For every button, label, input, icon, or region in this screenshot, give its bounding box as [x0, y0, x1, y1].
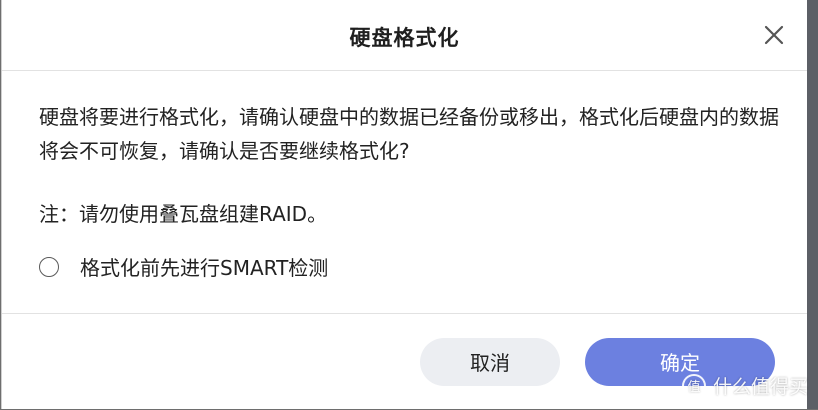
cancel-button[interactable]: 取消 [420, 338, 560, 386]
watermark: 值 什么值得买 [681, 372, 808, 399]
close-button[interactable] [761, 22, 787, 48]
watermark-text: 什么值得买 [713, 372, 808, 399]
smart-check-option[interactable]: 格式化前先进行SMART检测 [39, 252, 779, 281]
watermark-logo-icon: 值 [681, 373, 707, 399]
svg-text:值: 值 [687, 379, 700, 395]
dialog-header: 硬盘格式化 [2, 0, 807, 71]
close-icon [761, 22, 787, 48]
smart-check-label: 格式化前先进行SMART检测 [80, 252, 328, 281]
dialog-title: 硬盘格式化 [2, 22, 807, 52]
raid-note: 注：请勿使用叠瓦盘组建RAID。 [39, 202, 779, 226]
format-disk-dialog: 硬盘格式化 硬盘将要进行格式化，请确认硬盘中的数据已经备份或移出，格式化后硬盘内… [1, 0, 807, 409]
dialog-body: 硬盘将要进行格式化，请确认硬盘中的数据已经备份或移出，格式化后硬盘内的数据将会不… [39, 100, 779, 281]
backdrop [807, 0, 818, 409]
format-warning-message: 硬盘将要进行格式化，请确认硬盘中的数据已经备份或移出，格式化后硬盘内的数据将会不… [39, 100, 779, 168]
smart-check-radio[interactable] [39, 257, 59, 277]
